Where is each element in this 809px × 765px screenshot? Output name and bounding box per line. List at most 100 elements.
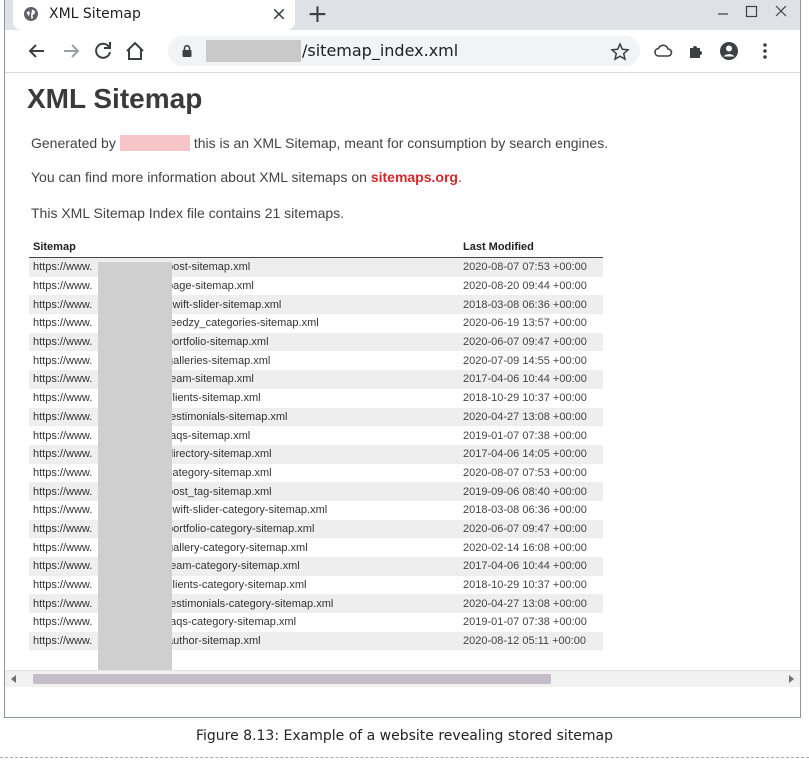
last-modified-cell: 2019-01-07 07:38 +00:00: [463, 429, 587, 442]
info-suffix: .: [457, 169, 462, 185]
sitemap-cell: https://www./team-category-sitemap.xml: [29, 557, 459, 576]
last-modified-cell: 2020-06-07 09:47 +00:00: [459, 332, 603, 352]
sitemap-link[interactable]: https://www./portfolio-category-sitemap.…: [33, 523, 314, 535]
last-modified-cell: 2019-01-07 07:38 +00:00: [463, 616, 587, 629]
plus-icon[interactable]: +: [307, 0, 328, 29]
kebab-menu-icon[interactable]: [753, 39, 777, 63]
sitemap-path: /swift-slider-category-sitemap.xml: [164, 504, 328, 517]
more-info-text: You can find more information about XML …: [31, 169, 462, 185]
generated-by-text: Generated by this is an XML Sitemap, mean…: [31, 135, 608, 151]
sitemap-path: /page-sitemap.xml: [164, 280, 254, 293]
sitemap-cell: https://www./directory-sitemap.xml: [29, 444, 459, 464]
sitemap-path: /galleries-sitemap.xml: [164, 354, 271, 367]
last-modified-cell: 2017-04-06 10:44 +00:00: [459, 370, 603, 389]
sitemap-link[interactable]: https://www./testimonials-category-sitem…: [33, 598, 333, 610]
sitemap-path: /testimonials-category-sitemap.xml: [164, 597, 334, 610]
forward-arrow-icon[interactable]: [59, 39, 83, 63]
address-bar[interactable]: /sitemap_index.xml: [168, 36, 640, 66]
last-modified-cell: 2020-08-07 07:53 +00:00: [463, 466, 587, 479]
sitemap-path: /team-sitemap.xml: [164, 373, 254, 386]
sitemap-path: /portfolio-category-sitemap.xml: [164, 522, 315, 535]
redacted-domain-column: [98, 262, 172, 682]
column-header-sitemap: Sitemap: [29, 240, 459, 258]
lock-icon[interactable]: [180, 44, 194, 58]
last-modified-cell: 2018-03-08 06:36 +00:00: [459, 295, 603, 315]
horizontal-scrollbar[interactable]: [5, 670, 800, 687]
last-modified-cell: 2018-10-29 10:37 +00:00: [463, 392, 587, 405]
sitemap-path: /faqs-sitemap.xml: [164, 429, 251, 442]
url-path: /sitemap_index.xml: [302, 41, 459, 60]
last-modified-cell: 2020-02-14 16:08 +00:00: [463, 541, 587, 554]
sitemap-cell: https://www./author-sitemap.xml: [29, 631, 459, 651]
sitemap-link[interactable]: https://www./feedzy_categories-sitemap.x…: [33, 317, 319, 329]
scrollbar-thumb[interactable]: [33, 674, 551, 684]
page-title: XML Sitemap: [27, 83, 203, 114]
tab-strip: XML Sitemap × +: [5, 0, 800, 30]
last-modified-cell: 2017-04-06 14:05 +00:00: [459, 444, 603, 464]
globe-favicon-icon: [24, 7, 38, 21]
last-modified-cell: 2019-09-06 08:40 +00:00: [459, 482, 603, 501]
sitemap-cell: https://www./feedzy_categories-sitemap.x…: [29, 314, 459, 333]
last-modified-cell: 2020-08-12 05:11 +00:00: [459, 631, 603, 651]
info-prefix: You can find more information about XML …: [31, 169, 367, 185]
sitemap-cell: https://www./swift-slider-sitemap.xml: [29, 295, 459, 315]
close-icon[interactable]: ×: [271, 3, 287, 25]
page-content: XML Sitemap Generated by this is an XML S…: [5, 73, 800, 687]
sitemap-cell: https://www./portfolio-sitemap.xml: [29, 332, 459, 352]
scroll-left-arrow-icon[interactable]: [9, 674, 19, 684]
sitemap-path: /gallery-category-sitemap.xml: [164, 541, 308, 554]
star-icon[interactable]: [610, 42, 630, 62]
home-icon[interactable]: [123, 39, 147, 63]
sitemap-path: /testimonials-sitemap.xml: [164, 410, 288, 423]
sitemap-cell: https://www./testimonials-category-sitem…: [29, 594, 459, 614]
generated-prefix: Generated by: [31, 135, 116, 151]
sitemap-cell: https://www./team-sitemap.xml: [29, 370, 459, 389]
puzzle-extension-icon[interactable]: [685, 39, 709, 63]
sitemap-cell: https://www./post-sitemap.xml: [29, 257, 459, 277]
sitemap-path: /category-sitemap.xml: [164, 466, 272, 479]
account-icon[interactable]: [717, 39, 741, 63]
sitemap-path: /clients-category-sitemap.xml: [164, 579, 307, 592]
table-header-row: Sitemap Last Modified: [29, 240, 603, 258]
sitemap-path: /clients-sitemap.xml: [164, 392, 261, 405]
sitemap-cell: https://www./galleries-sitemap.xml: [29, 351, 459, 370]
sitemaps-org-link[interactable]: sitemaps.org: [371, 169, 458, 185]
last-modified-cell: 2020-06-07 09:47 +00:00: [459, 519, 603, 539]
generated-suffix: this is an XML Sitemap, meant for consum…: [193, 135, 609, 151]
tab-title: XML Sitemap: [49, 6, 141, 22]
sitemap-path: /portfolio-sitemap.xml: [164, 336, 269, 349]
sitemap-cell: https://www./post_tag-sitemap.xml: [29, 482, 459, 501]
window-close-icon[interactable]: [761, 0, 800, 26]
caption-divider: [0, 757, 809, 758]
figure-caption: Figure 8.13: Example of a website reveal…: [195, 728, 614, 744]
sitemap-cell: https://www./clients-sitemap.xml: [29, 389, 459, 408]
sitemap-count-text: This XML Sitemap Index file contains 21 …: [31, 205, 345, 221]
cloud-icon[interactable]: [651, 39, 675, 63]
redacted-domain: [206, 40, 301, 62]
sitemap-path: /team-category-sitemap.xml: [164, 560, 300, 573]
browser-toolbar: /sitemap_index.xml: [5, 30, 800, 73]
reload-icon[interactable]: [91, 39, 115, 63]
back-arrow-icon[interactable]: [25, 39, 49, 63]
column-header-last-modified: Last Modified: [459, 240, 603, 258]
sitemap-cell: https://www./testimonials-sitemap.xml: [29, 407, 459, 427]
tab-xml-sitemap[interactable]: XML Sitemap ×: [13, 0, 295, 30]
sitemap-cell: https://www./gallery-category-sitemap.xm…: [29, 538, 459, 557]
sitemap-path: /directory-sitemap.xml: [164, 448, 272, 461]
sitemap-path: /swift-slider-sitemap.xml: [164, 298, 282, 311]
sitemap-path: /author-sitemap.xml: [164, 635, 261, 648]
sitemap-path: /feedzy_categories-sitemap.xml: [164, 317, 319, 330]
browser-window: XML Sitemap × + /sitemap_index.xml XML S…: [4, 0, 801, 718]
last-modified-cell: 2018-10-29 10:37 +00:00: [463, 579, 587, 592]
sitemap-cell: https://www./clients-category-sitemap.xm…: [29, 576, 459, 595]
last-modified-cell: 2018-03-08 06:36 +00:00: [463, 504, 587, 517]
sitemap-cell: https://www./faqs-category-sitemap.xml: [29, 613, 459, 632]
sitemap-cell: https://www./swift-slider-category-sitem…: [29, 501, 459, 520]
last-modified-cell: 2020-08-07 07:53 +00:00: [459, 257, 603, 277]
last-modified-cell: 2020-06-19 13:57 +00:00: [463, 317, 587, 330]
sitemap-link[interactable]: https://www./swift-slider-category-sitem…: [33, 504, 327, 516]
scroll-right-arrow-icon[interactable]: [786, 674, 796, 684]
sitemap-cell: https://www./faqs-sitemap.xml: [29, 426, 459, 445]
sitemap-path: /faqs-category-sitemap.xml: [164, 616, 297, 629]
last-modified-cell: 2020-07-09 14:55 +00:00: [463, 354, 587, 367]
